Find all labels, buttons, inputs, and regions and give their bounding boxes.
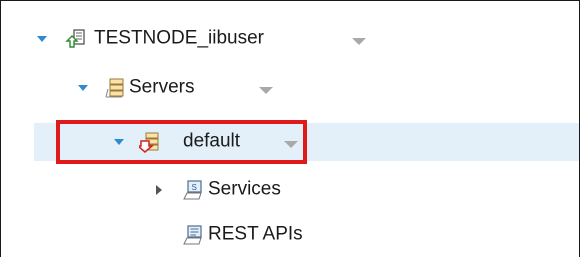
tree-item-rest-apis[interactable]: REST APIs — [1, 216, 579, 254]
svg-text:S: S — [192, 183, 197, 192]
integration-node-icon — [65, 29, 85, 48]
expand-right-icon[interactable] — [156, 185, 162, 195]
rest-apis-icon — [183, 225, 202, 245]
tree-item-label: TESTNODE_iibuser — [94, 27, 264, 49]
services-icon: S — [183, 180, 202, 200]
tree-item-testnode[interactable]: TESTNODE_iibuser — [1, 20, 579, 58]
expand-down-icon[interactable] — [78, 85, 88, 91]
tree-item-label: Servers — [129, 76, 195, 98]
navigator-tree: TESTNODE_iibuser Servers default S Servi… — [0, 0, 580, 258]
tree-item-servers[interactable]: Servers — [1, 69, 579, 107]
tree-item-label: Services — [208, 178, 281, 200]
chevron-down-icon[interactable] — [259, 87, 273, 94]
chevron-down-icon[interactable] — [352, 38, 366, 45]
expand-down-icon[interactable] — [37, 36, 47, 42]
tree-item-label: REST APIs — [208, 223, 303, 245]
highlight-annotation — [56, 120, 307, 164]
tree-item-services[interactable]: S Services — [1, 171, 579, 209]
servers-folder-icon — [105, 78, 124, 98]
